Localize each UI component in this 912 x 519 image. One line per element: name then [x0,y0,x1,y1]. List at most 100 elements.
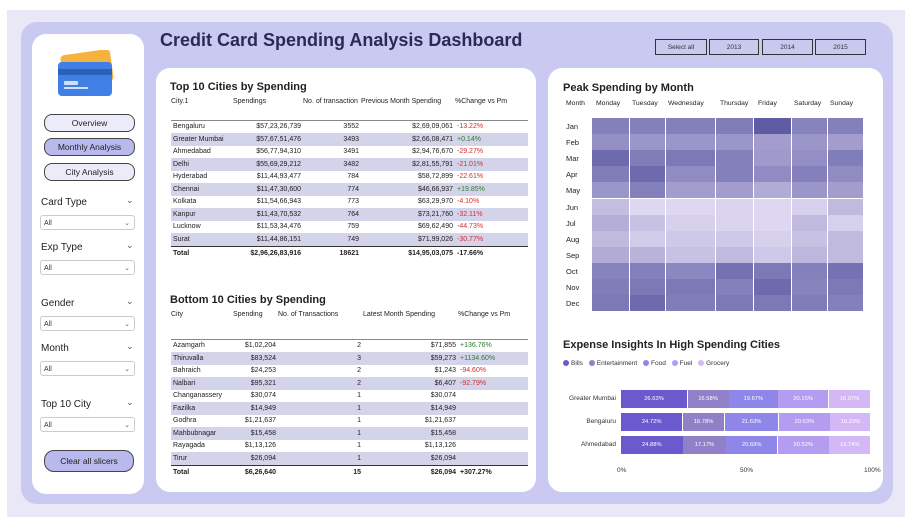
heatmap-cell[interactable] [630,246,665,263]
heatmap-cell[interactable] [828,262,863,279]
heatmap-cell[interactable] [754,246,791,263]
exp-type-dropdown[interactable]: All ⌄ [40,260,135,275]
heatmap-cell[interactable] [716,134,753,151]
heatmap-cell[interactable] [828,134,863,151]
heatmap-cell[interactable] [666,262,715,279]
bar-segment[interactable]: 26.63% [621,390,688,408]
bar-segment[interactable]: 20.15% [778,390,829,408]
card-type-dropdown[interactable]: All ⌄ [40,215,135,230]
heatmap-cell[interactable] [828,279,863,295]
month-dropdown[interactable]: All ⌄ [40,361,135,376]
table-row[interactable]: Ahmedabad $56,77,94,310 3491 $2,94,76,670 -2… [171,146,528,159]
heatmap-cell[interactable] [828,214,863,231]
heatmap-cell[interactable] [666,134,715,151]
monthly-analysis-button[interactable]: Monthly Analysis [44,138,135,156]
heatmap-cell[interactable] [828,246,863,263]
legend-item[interactable]: Food [643,360,666,367]
heatmap-cell[interactable] [592,295,629,312]
column-header[interactable]: %Change vs Pm [455,98,528,121]
heatmap-cell[interactable] [592,166,629,183]
bar-segment[interactable]: 16.74% [829,436,871,454]
heatmap-cell[interactable] [754,118,791,134]
heatmap-cell[interactable] [630,230,665,247]
column-header[interactable]: City [171,311,233,340]
heatmap-cell[interactable] [592,214,629,231]
bar-segment[interactable]: 17.17% [683,436,726,454]
heatmap-cell[interactable] [792,295,827,312]
heatmap-cell[interactable] [666,198,715,215]
column-header[interactable]: Previous Month Spending [361,98,455,121]
heatmap-cell[interactable] [630,182,665,199]
heatmap-cell[interactable] [754,230,791,247]
chevron-down-icon[interactable]: ⌄ [126,341,134,352]
heatmap-cell[interactable] [630,295,665,312]
legend-item[interactable]: Fuel [671,360,692,367]
table-row[interactable]: Nalbari $95,321 2 $6,407 -92.79% [171,377,528,390]
bar-segment[interactable]: 16.97% [828,390,871,408]
bar-segment[interactable]: 20.69% [726,436,778,454]
slicer-2014[interactable]: 2014 [762,39,813,55]
table-row[interactable]: Azamgarh $1,02,204 2 $71,855 +136.76% [171,339,528,352]
heatmap-cell[interactable] [754,214,791,231]
slicer-select-all[interactable]: Select all [655,39,707,55]
bar-segment[interactable]: 20.63% [778,413,830,431]
heatmap-cell[interactable] [716,118,753,134]
gender-dropdown[interactable]: All ⌄ [40,316,135,331]
heatmap-cell[interactable] [630,166,665,183]
heatmap-cell[interactable] [792,246,827,263]
heatmap-cell[interactable] [716,295,753,312]
heatmap-cell[interactable] [666,246,715,263]
table-row[interactable]: Surat $11,44,86,151 749 $71,99,026 -30.77% [171,233,528,246]
table-row[interactable]: Chennai $11,47,30,600 774 $46,66,937 +19.85% [171,183,528,196]
clear-all-slicers-button[interactable]: Clear all slicers [44,450,134,472]
column-header[interactable]: Spending [233,311,278,340]
legend-item[interactable]: Grocery [698,360,729,367]
table-row[interactable]: Bahraich $24,253 2 $1,243 -94.60% [171,365,528,378]
column-header[interactable]: No. of Transactions [278,311,363,340]
legend-item[interactable]: Bills [563,360,583,367]
heatmap-cell[interactable] [630,134,665,151]
table-row[interactable]: Hyderabad $11,44,93,477 784 $58,72,899 -22.6… [171,171,528,184]
heatmap-cell[interactable] [716,230,753,247]
heatmap-cell[interactable] [716,182,753,199]
heatmap-cell[interactable] [592,150,629,167]
heatmap-cell[interactable] [716,198,753,215]
heatmap-cell[interactable] [716,246,753,263]
heatmap-cell[interactable] [592,279,629,295]
heatmap-cell[interactable] [754,150,791,167]
table-row[interactable]: Rayagada $1,13,126 1 $1,13,126 [171,440,528,453]
heatmap-cell[interactable] [630,198,665,215]
heatmap-cell[interactable] [792,150,827,167]
table-row[interactable]: Kolkata $11,54,66,943 773 $63,29,970 -4.10% [171,196,528,209]
heatmap-cell[interactable] [754,262,791,279]
heatmap-cell[interactable] [828,150,863,167]
chevron-down-icon[interactable]: ⌄ [126,296,134,307]
heatmap-cell[interactable] [828,118,863,134]
heatmap-cell[interactable] [828,182,863,199]
table-row[interactable]: Delhi $55,69,29,212 3482 $2,81,55,791 -21.01… [171,158,528,171]
bar-segment[interactable]: 21.63% [724,413,779,431]
bar-segment[interactable]: 20.52% [777,436,829,454]
heatmap-cell[interactable] [592,182,629,199]
heatmap-cell[interactable] [792,166,827,183]
heatmap-cell[interactable] [716,262,753,279]
column-header[interactable]: No. of transaction [303,98,361,121]
heatmap-cell[interactable] [754,295,791,312]
column-header[interactable]: Spendings [233,98,303,121]
table-row[interactable]: Lucknow $11,53,34,476 759 $69,62,490 -44.73% [171,221,528,234]
heatmap-cell[interactable] [592,230,629,247]
heatmap-cell[interactable] [828,166,863,183]
legend-item[interactable]: Entertainment [588,360,637,367]
heatmap-cell[interactable] [716,279,753,295]
slicer-2015[interactable]: 2015 [815,39,866,55]
heatmap-cell[interactable] [754,166,791,183]
column-header[interactable]: City.1 [171,98,233,121]
table-row[interactable]: Changanassery $30,074 1 $30,074 [171,390,528,403]
heatmap-cell[interactable] [792,182,827,199]
heatmap-cell[interactable] [792,118,827,134]
table-row[interactable]: Kanpur $11,43,70,532 764 $73,21,760 -32.11% [171,208,528,221]
table-row[interactable]: Greater Mumbai $57,67,51,476 3493 $2,66,08,… [171,133,528,146]
heatmap-cell[interactable] [592,246,629,263]
bar-segment[interactable]: 16.58% [687,390,729,408]
heatmap-cell[interactable] [666,230,715,247]
